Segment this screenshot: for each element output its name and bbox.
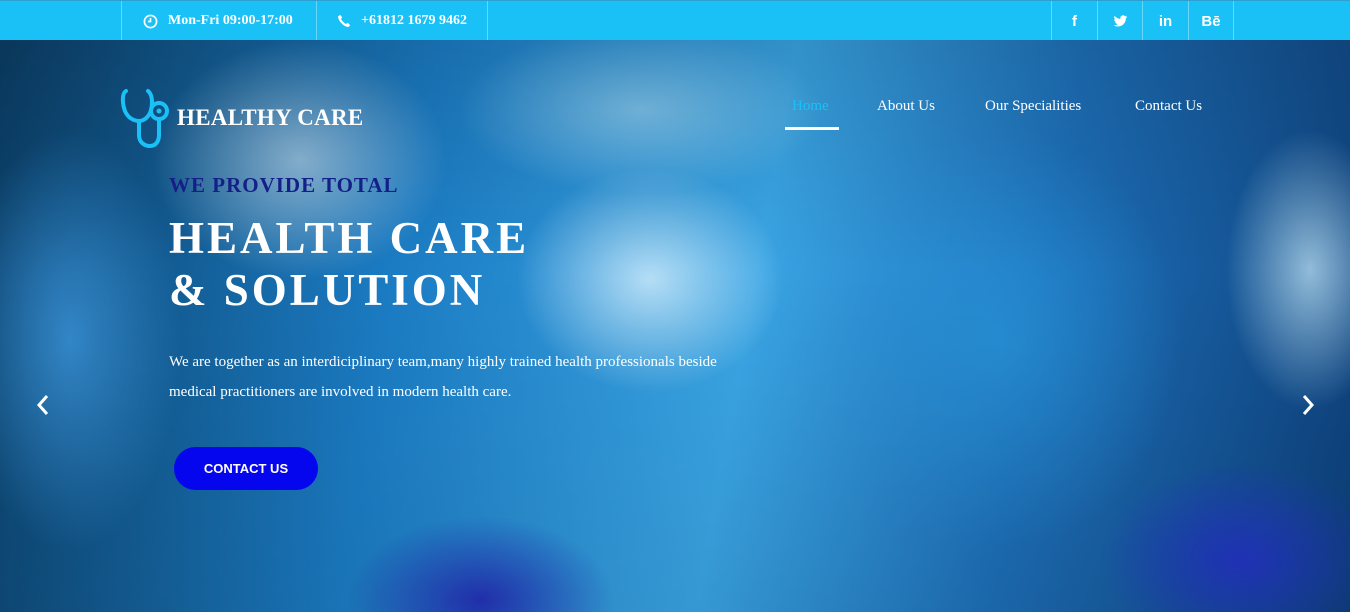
phone-icon (338, 14, 351, 27)
stethoscope-icon (120, 89, 169, 149)
nav-active-indicator (785, 127, 839, 130)
nav-item-contact-us[interactable]: Contact Us (1135, 98, 1202, 115)
carousel-prev-button[interactable] (31, 392, 55, 418)
top-bar: Mon-Fri 09:00-17:00 +61812 1679 9462 f i… (0, 0, 1350, 41)
phone-number[interactable]: +61812 1679 9462 (317, 1, 488, 41)
hero-headline-line-2: & SOLUTION (169, 265, 486, 315)
chevron-right-icon (1302, 395, 1315, 415)
behance-icon: Bē (1201, 12, 1221, 30)
nav-item-home[interactable]: Home (792, 98, 829, 115)
behance-link[interactable]: Bē (1188, 1, 1234, 41)
opening-hours-text: Mon-Fri 09:00-17:00 (168, 13, 293, 28)
twitter-link[interactable] (1097, 1, 1143, 41)
hero-kicker: WE PROVIDE TOTAL (169, 173, 399, 197)
site-logo-text: HEALTHY CARE (177, 105, 364, 130)
clock-icon (143, 14, 158, 28)
chevron-left-icon (36, 395, 49, 415)
opening-hours: Mon-Fri 09:00-17:00 (121, 1, 317, 41)
hero-description: We are together as an interdiciplinary t… (169, 354, 717, 400)
linkedin-link[interactable]: in (1142, 1, 1188, 41)
nav-item-about-us[interactable]: About Us (877, 98, 935, 115)
carousel-next-button[interactable] (1296, 392, 1320, 418)
hero-headline: HEALTH CARE & SOLUTION (169, 212, 529, 316)
twitter-icon (1113, 14, 1128, 27)
facebook-icon: f (1072, 12, 1077, 30)
hero-slider: HEALTHY CARE Home About Us Our Specialit… (0, 40, 1350, 612)
linkedin-icon: in (1158, 12, 1173, 30)
facebook-link[interactable]: f (1051, 1, 1097, 41)
site-logo[interactable]: HEALTHY CARE (120, 87, 364, 149)
nav-item-our-specialities[interactable]: Our Specialities (985, 98, 1081, 115)
phone-number-text: +61812 1679 9462 (361, 13, 467, 28)
hero-headline-line-1: HEALTH CARE (169, 213, 530, 263)
contact-us-button[interactable]: CONTACT US (174, 447, 318, 490)
